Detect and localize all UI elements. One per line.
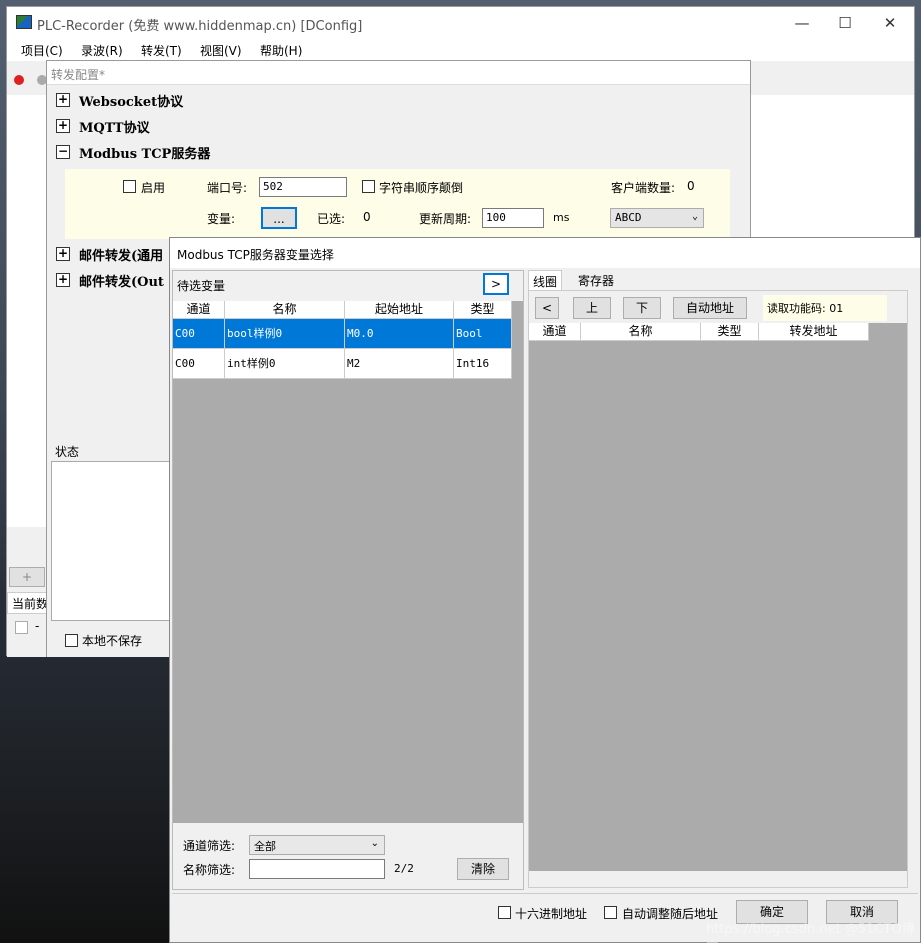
candidates-label: 待选变量 — [177, 279, 226, 293]
move-down-button[interactable]: 下 — [623, 297, 661, 319]
chevron-down-icon: ⌄ — [691, 211, 698, 222]
clients-value: 0 — [687, 179, 695, 193]
col-forward-address[interactable]: 转发地址 — [759, 323, 869, 341]
status-label: 状态 — [55, 445, 80, 459]
col-channel[interactable]: 通道 — [529, 323, 581, 341]
config-title: 转发配置* — [51, 68, 106, 82]
expand-email-outlook-icon[interactable]: + — [56, 273, 70, 287]
no-save-label: 本地不保存 — [82, 634, 143, 648]
col-address[interactable]: 起始地址 — [345, 301, 454, 319]
config-title-bar: 转发配置* — [47, 61, 750, 85]
tree-websocket[interactable]: Websocket协议 — [79, 91, 183, 110]
tree-mqtt[interactable]: MQTT协议 — [79, 117, 150, 136]
auto-adjust-label: 自动调整随后地址 — [622, 907, 719, 921]
target-panel: 线圈 寄存器 < 上 下 自动地址 读取功能码: 01 通道 名称 类型 转发地… — [526, 270, 908, 890]
auto-address-button[interactable]: 自动地址 — [673, 297, 747, 319]
menu-view[interactable]: 视图(V) — [200, 42, 242, 59]
left-side-panel: + 当前数 - — [7, 527, 49, 657]
variable-label: 变量: — [207, 212, 236, 226]
clients-label: 客户端数量: — [611, 181, 676, 195]
byte-order-select[interactable]: ABCD ⌄ — [610, 208, 704, 228]
hex-address-checkbox[interactable] — [498, 906, 511, 919]
channel-filter-select[interactable]: 全部 ⌄ — [249, 835, 385, 855]
name-filter-input[interactable] — [249, 859, 385, 879]
period-unit: ms — [553, 211, 570, 224]
cell-name: int样例0 — [225, 349, 345, 379]
tree-modbus-tcp[interactable]: Modbus TCP服务器 — [79, 143, 210, 162]
prev-button[interactable]: < — [535, 297, 559, 319]
byte-order-value: ABCD — [615, 211, 642, 224]
expand-websocket-icon[interactable]: + — [56, 93, 70, 107]
reverse-string-checkbox[interactable] — [362, 180, 375, 193]
add-button[interactable]: + — [9, 567, 45, 587]
col-name[interactable]: 名称 — [225, 301, 345, 319]
menu-record[interactable]: 录波(R) — [81, 42, 123, 59]
move-right-button[interactable]: > — [483, 273, 509, 295]
window-title: PLC-Recorder (免费 www.hiddenmap.cn) [DCon… — [37, 19, 363, 34]
period-label: 更新周期: — [419, 212, 472, 226]
status-box — [51, 461, 171, 621]
chevron-down-icon: ⌄ — [370, 838, 379, 849]
app-icon — [16, 15, 32, 29]
tree-email-outlook[interactable]: 邮件转发(Out — [79, 271, 164, 290]
cell-type: Int16 — [454, 349, 512, 379]
cell-address: M0.0 — [345, 319, 454, 349]
selected-value: 0 — [363, 210, 371, 224]
no-save-checkbox[interactable] — [65, 634, 78, 647]
menu-forward[interactable]: 转发(T) — [141, 42, 182, 59]
menu-bar: 项目(C) 录波(R) 转发(T) 视图(V) 帮助(H) — [7, 39, 914, 61]
cell-address: M2 — [345, 349, 454, 379]
dialog-title-bar: Modbus TCP服务器变量选择 — [170, 238, 920, 268]
port-label: 端口号: — [207, 181, 248, 195]
dialog-title: Modbus TCP服务器变量选择 — [177, 248, 334, 262]
cell-channel: C00 — [173, 349, 225, 379]
cell-channel: C00 — [173, 319, 225, 349]
col-type[interactable]: 类型 — [454, 301, 512, 319]
maximize-button[interactable]: ☐ — [835, 13, 855, 33]
tree-email-general[interactable]: 邮件转发(通用 — [79, 245, 163, 264]
menu-project[interactable]: 项目(C) — [21, 42, 63, 59]
current-data-label: 当前数 — [12, 597, 49, 611]
modbus-config-panel: 启用 端口号: 502 字符串顺序颠倒 客户端数量: 0 变量: ... 已选:… — [65, 169, 730, 239]
minimize-button[interactable]: — — [792, 13, 812, 33]
move-up-button[interactable]: 上 — [573, 297, 611, 319]
col-name[interactable]: 名称 — [581, 323, 701, 341]
candidates-grid: 通道 名称 起始地址 类型 C00 bool样例0 M0.0 Bool C00 … — [173, 301, 523, 823]
cell-name: bool样例0 — [225, 319, 345, 349]
tab-coils[interactable]: 线圈 — [528, 270, 563, 290]
close-button[interactable]: ✕ — [880, 13, 900, 33]
cell-type: Bool — [454, 319, 512, 349]
col-type[interactable]: 类型 — [701, 323, 759, 341]
enable-checkbox[interactable] — [123, 180, 136, 193]
read-function-code: 读取功能码: 01 — [767, 302, 844, 315]
menu-help[interactable]: 帮助(H) — [260, 42, 302, 59]
enable-label: 启用 — [141, 181, 166, 195]
clear-button[interactable]: 清除 — [457, 858, 509, 880]
target-grid: 通道 名称 类型 转发地址 — [529, 323, 907, 871]
auto-adjust-checkbox[interactable] — [604, 906, 617, 919]
tab-registers[interactable]: 寄存器 — [574, 270, 618, 290]
period-input[interactable]: 100 — [482, 208, 544, 228]
hex-address-label: 十六进制地址 — [515, 907, 588, 921]
channel-filter-label: 通道筛选: — [183, 839, 236, 853]
row-checkbox[interactable] — [15, 621, 28, 634]
dash-label: - — [35, 619, 40, 633]
expand-email-general-icon[interactable]: + — [56, 247, 70, 261]
expand-mqtt-icon[interactable]: + — [56, 119, 70, 133]
name-filter-label: 名称筛选: — [183, 863, 236, 877]
variable-select-button[interactable]: ... — [261, 207, 297, 229]
candidates-panel: 待选变量 > 通道 名称 起始地址 类型 C00 bool样例0 M0.0 Bo… — [172, 270, 524, 890]
reverse-string-label: 字符串顺序颠倒 — [379, 181, 464, 195]
selected-label: 已选: — [317, 212, 346, 226]
channel-filter-value: 全部 — [254, 840, 276, 853]
watermark: https://blog.csdn.net @51CTO博客 — [706, 922, 915, 943]
record-icon[interactable] — [14, 75, 24, 85]
col-channel[interactable]: 通道 — [173, 301, 225, 319]
modbus-variable-dialog: Modbus TCP服务器变量选择 待选变量 > 通道 名称 起始地址 类型 C… — [169, 237, 921, 943]
title-bar: PLC-Recorder (免费 www.hiddenmap.cn) [DCon… — [7, 7, 914, 39]
filter-count: 2/2 — [394, 862, 414, 875]
collapse-modbus-icon[interactable]: − — [56, 145, 70, 159]
port-input[interactable]: 502 — [259, 177, 347, 197]
